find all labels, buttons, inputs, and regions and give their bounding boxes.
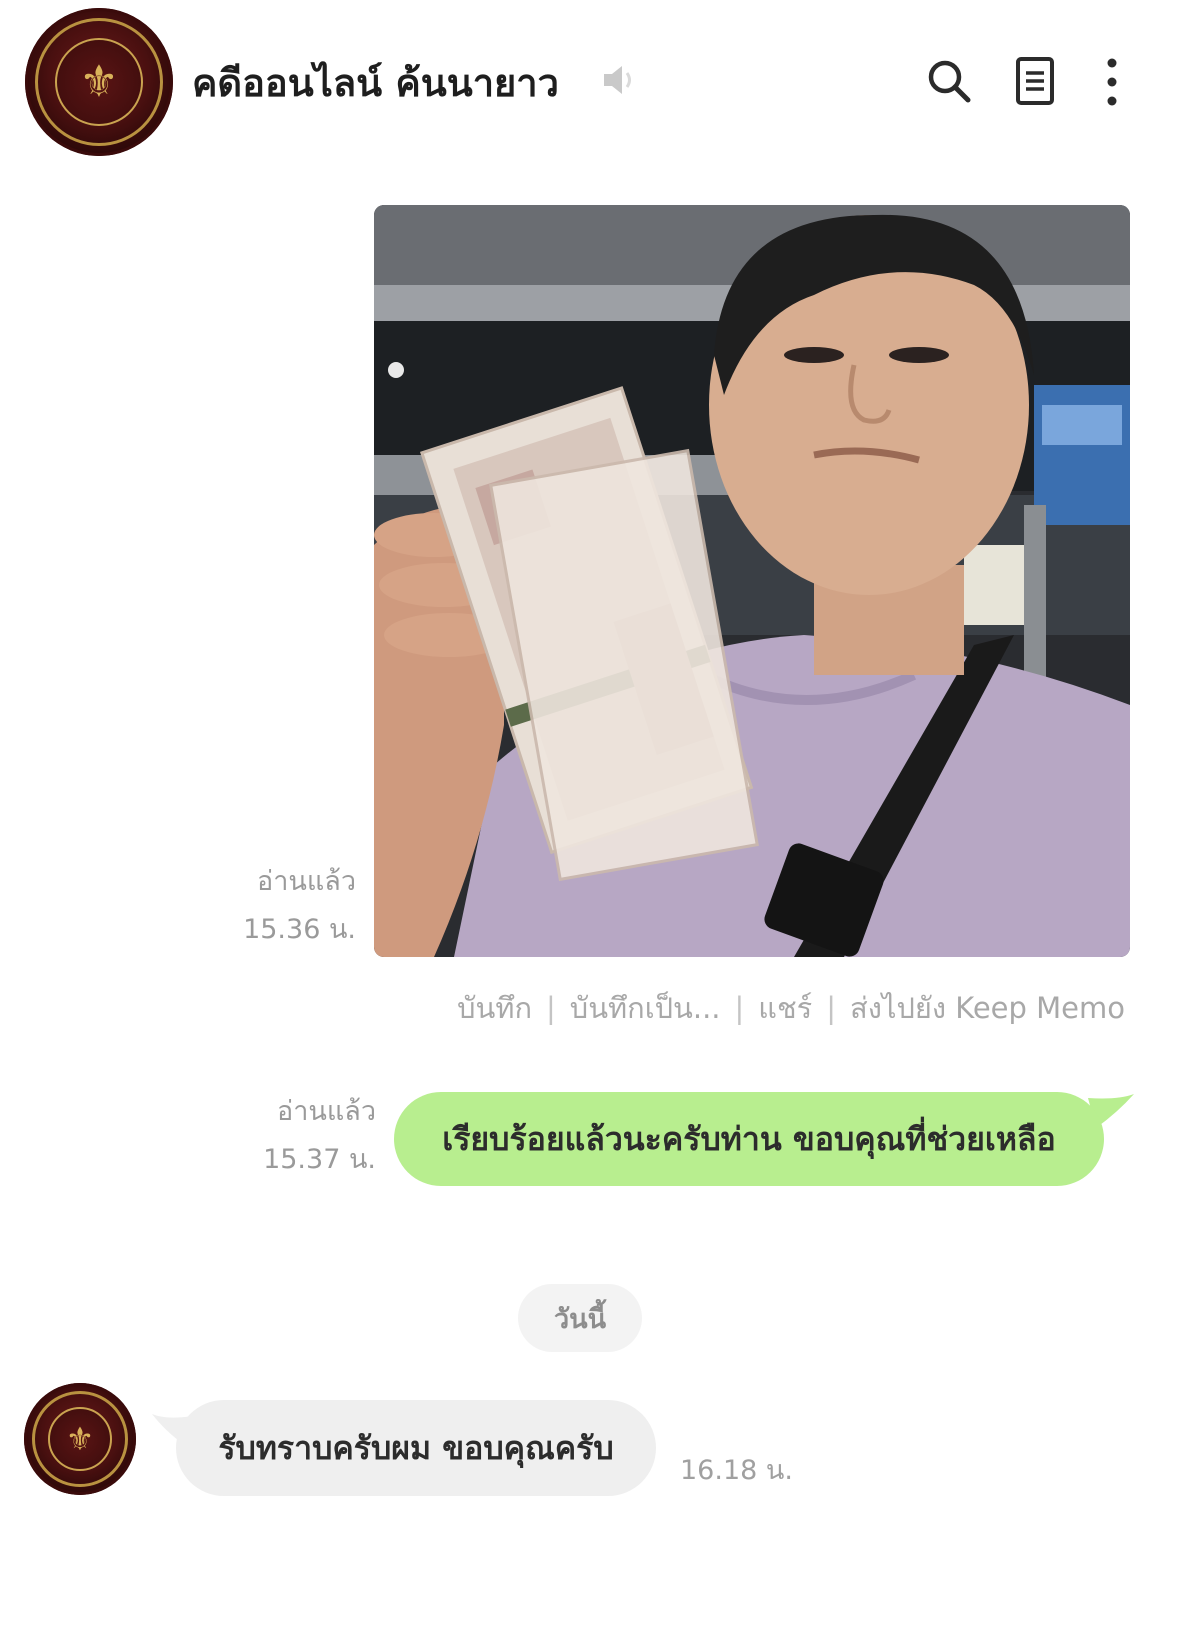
message-time: 15.37 น. (263, 1144, 376, 1175)
emblem-icon: ⚜ (65, 1420, 95, 1458)
send-to-keep-action[interactable]: ส่งไปยัง Keep Memo (850, 991, 1125, 1025)
search-icon[interactable] (926, 58, 972, 104)
save-action[interactable]: บันทึก (457, 991, 532, 1025)
chat-screen: ⚜ คดีออนไลน์ ค้นนายาว อ่านแล้ว 15.36 น. (0, 0, 1200, 1635)
divider: | (734, 991, 745, 1025)
share-action[interactable]: แชร์ (758, 991, 812, 1025)
received-message-bubble[interactable]: รับทราบครับผม ขอบคุณครับ (176, 1400, 656, 1496)
photo-message-meta: อ่านแล้ว 15.36 น. (170, 858, 356, 954)
emblem-icon: ⚜ (79, 56, 119, 108)
read-receipt: อ่านแล้ว (257, 866, 356, 897)
message-time: 16.18 น. (680, 1455, 793, 1486)
divider: | (546, 991, 556, 1025)
chat-header: ⚜ คดีออนไลน์ ค้นนายาว (0, 0, 1200, 170)
photo-actions: บันทึก | บันทึกเป็น... | แชร์ | ส่งไปยัง Keep … (400, 985, 1125, 1031)
sent-message-bubble[interactable]: เรียบร้อยแล้วนะครับท่าน ขอบคุณที่ช่วยเหล… (394, 1092, 1104, 1186)
speaker-muted-icon (604, 66, 631, 94)
notes-icon[interactable] (1014, 56, 1056, 106)
divider: | (826, 991, 837, 1025)
message-time: 15.36 น. (243, 914, 356, 945)
date-divider: วันนี้ (518, 1284, 642, 1352)
sent-photo[interactable] (374, 205, 1130, 957)
read-receipt: อ่านแล้ว (277, 1096, 376, 1127)
save-as-action[interactable]: บันทึกเป็น... (570, 991, 721, 1025)
sender-avatar[interactable]: ⚜ (24, 1383, 136, 1495)
sent-message-meta: อ่านแล้ว 15.37 น. (200, 1088, 376, 1184)
chat-title[interactable]: คดีออนไลน์ ค้นนายาว (192, 52, 559, 113)
more-vertical-icon[interactable] (1100, 56, 1124, 108)
chat-avatar[interactable]: ⚜ (25, 8, 173, 156)
